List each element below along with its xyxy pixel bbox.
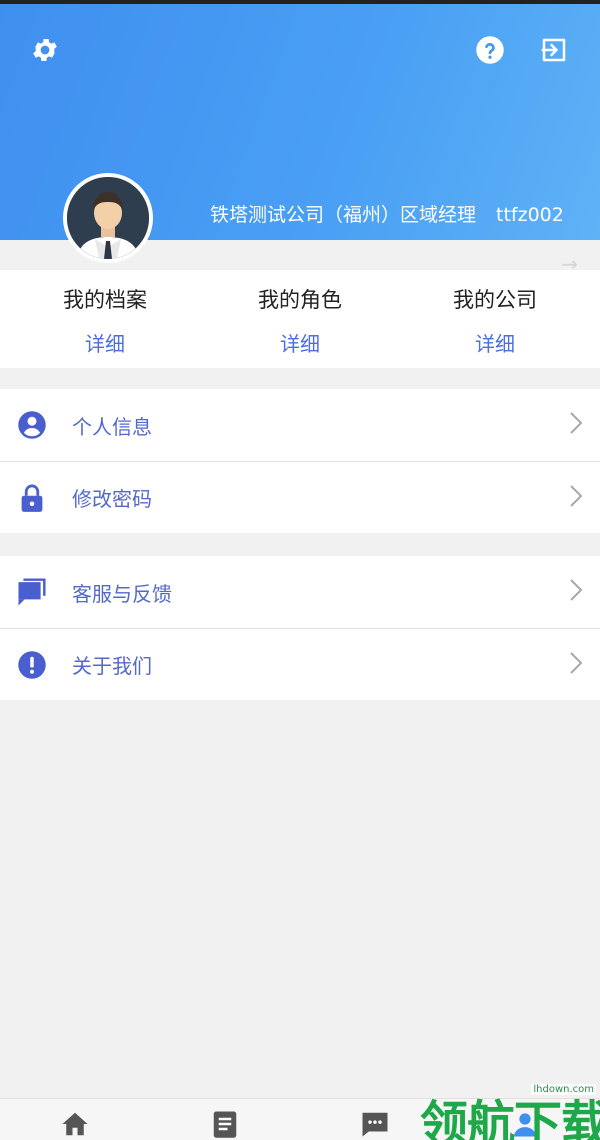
chevron-right-icon	[568, 650, 584, 680]
menu-group-support: 客服与反馈 关于我们	[0, 556, 600, 700]
lock-icon	[16, 482, 48, 514]
watermark-logo: 领航下载 lhdown.com	[420, 1078, 600, 1140]
company-role-text: 铁塔测试公司（福州）区域经理	[210, 204, 477, 226]
document-icon[interactable]	[210, 1109, 240, 1139]
chevron-right-icon	[568, 410, 584, 440]
arrow-right-icon[interactable]: →	[561, 252, 578, 276]
message-icon[interactable]	[360, 1109, 390, 1139]
stat-my-profile[interactable]: 我的档案 详细	[5, 284, 205, 357]
stat-label: 我的档案	[63, 288, 147, 312]
stat-label: 我的角色	[258, 288, 342, 312]
menu-item-change-password[interactable]: 修改密码	[0, 461, 600, 533]
stat-detail-link[interactable]: 详细	[5, 328, 205, 357]
avatar[interactable]	[63, 173, 153, 263]
stat-my-role[interactable]: 我的角色 详细	[200, 284, 400, 357]
menu-item-label: 个人信息	[72, 414, 152, 439]
menu-item-label: 客服与反馈	[72, 581, 172, 606]
logout-exit-icon[interactable]	[538, 34, 570, 66]
menu-item-personal-info[interactable]: 个人信息	[0, 389, 600, 461]
avatar-image	[67, 177, 149, 259]
feedback-chat-icon	[16, 576, 48, 608]
menu-group-account: 个人信息 修改密码	[0, 389, 600, 533]
stat-detail-link[interactable]: 详细	[200, 328, 400, 357]
info-exclamation-icon	[16, 649, 48, 681]
menu-item-feedback[interactable]: 客服与反馈	[0, 556, 600, 628]
menu-item-about-us[interactable]: 关于我们	[0, 628, 600, 700]
chevron-right-icon	[568, 577, 584, 607]
menu-item-label: 修改密码	[72, 487, 152, 511]
user-id-text: ttfz002	[496, 204, 564, 226]
stat-detail-link[interactable]: 详细	[395, 328, 595, 357]
home-icon[interactable]	[60, 1109, 90, 1139]
person-circle-icon	[16, 409, 48, 441]
settings-gear-icon[interactable]	[29, 34, 61, 66]
help-question-icon[interactable]	[474, 34, 506, 66]
chevron-right-icon	[568, 483, 584, 513]
user-info-line: 铁塔测试公司（福州）区域经理 ttfz002	[210, 200, 564, 227]
stat-my-company[interactable]: 我的公司 详细	[395, 284, 595, 357]
menu-item-label: 关于我们	[72, 654, 152, 678]
watermark-site: lhdown.com	[531, 1084, 596, 1095]
stat-label: 我的公司	[453, 288, 537, 312]
